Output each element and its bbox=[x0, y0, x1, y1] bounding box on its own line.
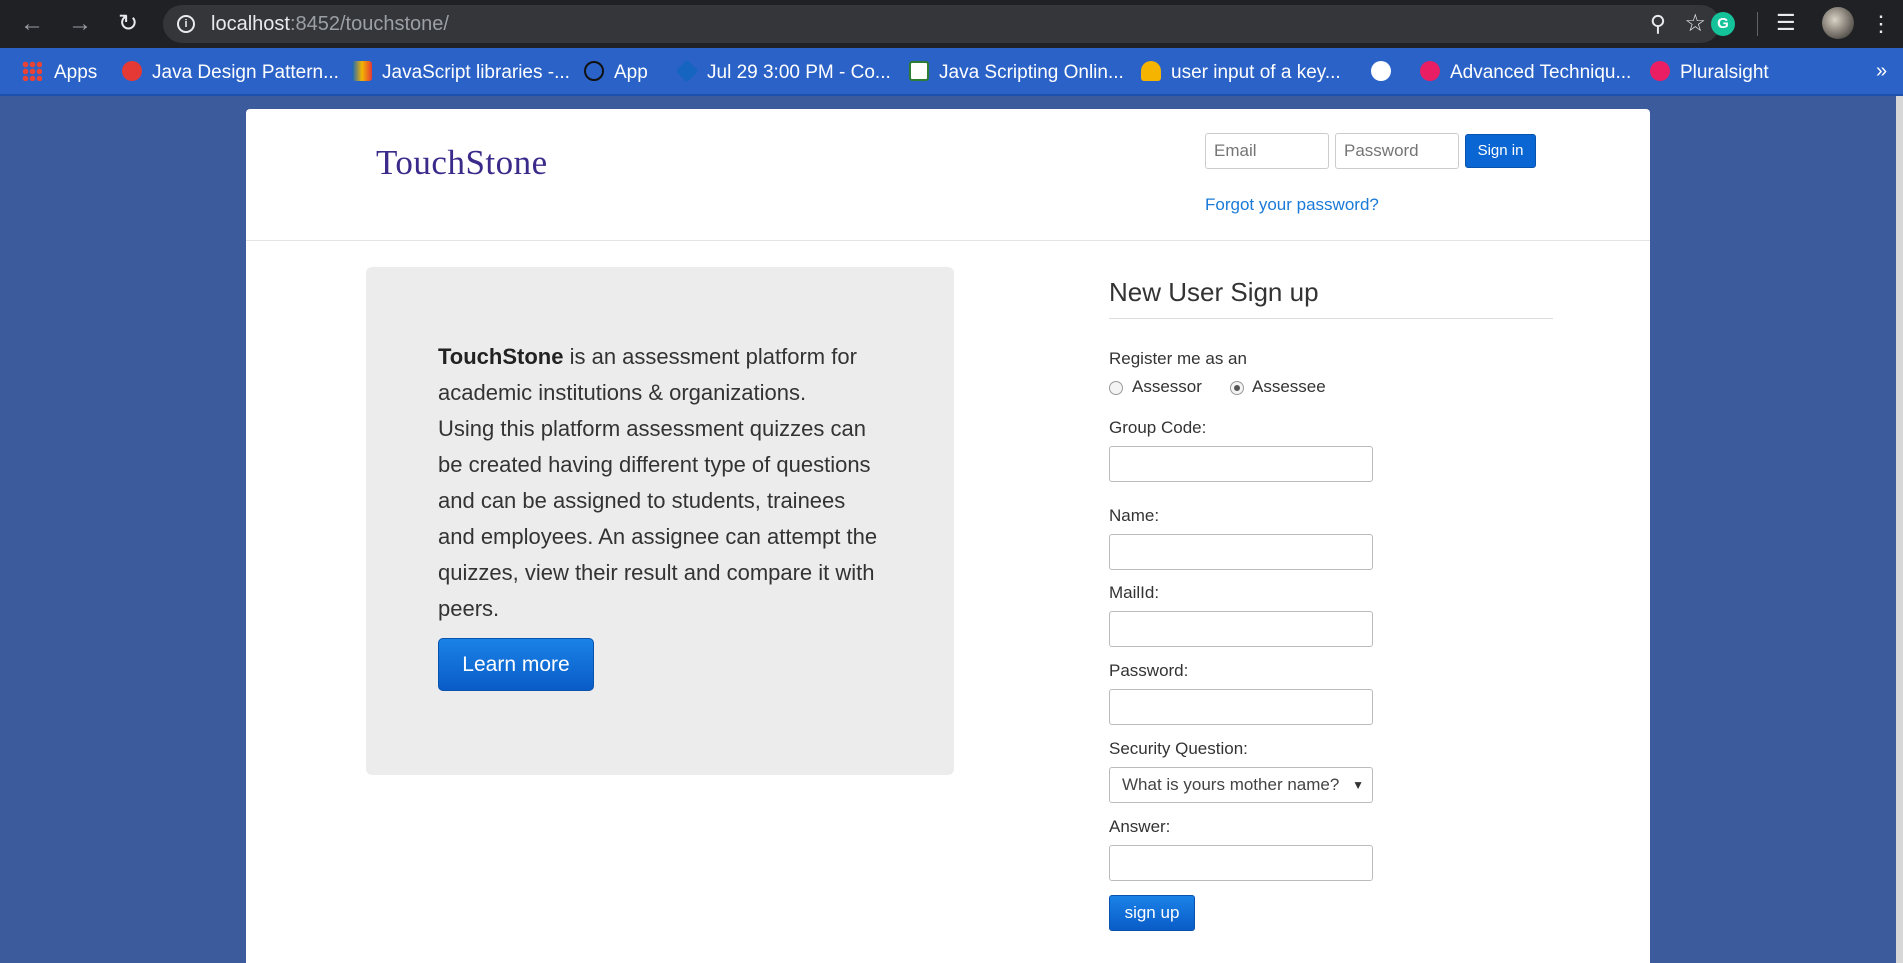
site-info-icon[interactable]: i bbox=[177, 15, 195, 33]
profile-avatar[interactable] bbox=[1822, 7, 1854, 39]
password-input[interactable] bbox=[1109, 689, 1373, 725]
signup-form: New User Sign up Register me as an Asses… bbox=[1109, 277, 1553, 931]
about-text: TouchStone is an assessment platform for… bbox=[438, 339, 886, 627]
sign-up-button[interactable]: sign up bbox=[1109, 895, 1195, 931]
bookmark-label: Advanced Techniqu... bbox=[1450, 62, 1632, 83]
about-panel: TouchStone is an assessment platform for… bbox=[366, 267, 954, 775]
bookmark-label: Pluralsight bbox=[1680, 62, 1769, 83]
site-logo[interactable]: TouchStone bbox=[376, 143, 548, 183]
answer-input[interactable] bbox=[1109, 845, 1373, 881]
group-code-input[interactable] bbox=[1109, 446, 1373, 482]
address-bar[interactable]: i localhost:8452/touchstone/ ⚲ ☆ bbox=[163, 5, 1720, 43]
app-egg-icon bbox=[584, 61, 604, 81]
register-role-label: Register me as an bbox=[1109, 349, 1247, 368]
about-description: Using this platform assessment quizzes c… bbox=[438, 416, 878, 621]
page-container: TouchStone Sign in Forgot your password?… bbox=[246, 109, 1650, 963]
name-label: Name: bbox=[1109, 506, 1160, 525]
password-label: Password: bbox=[1109, 661, 1189, 680]
pluralsight-icon bbox=[1420, 61, 1440, 81]
bookmark-pluralsight[interactable]: Pluralsight bbox=[1650, 61, 1769, 83]
security-question-label: Security Question: bbox=[1109, 739, 1248, 758]
chevron-down-icon: ▼ bbox=[1352, 778, 1364, 792]
zoom-icon[interactable]: ⚲ bbox=[1650, 11, 1666, 37]
signup-title: New User Sign up bbox=[1109, 277, 1553, 319]
sign-in-button[interactable]: Sign in bbox=[1465, 134, 1536, 168]
assessee-radio[interactable] bbox=[1230, 381, 1244, 395]
bookmark-calendar-event[interactable]: Jul 29 3:00 PM - Co... bbox=[675, 59, 891, 83]
assessor-radio[interactable] bbox=[1109, 381, 1123, 395]
bookmarks-bar: Apps Java Design Pattern... JavaScript l… bbox=[0, 48, 1903, 96]
url-text[interactable]: localhost:8452/touchstone/ bbox=[211, 13, 449, 36]
bookmark-java-design[interactable]: Java Design Pattern... bbox=[122, 61, 339, 83]
answer-label: Answer: bbox=[1109, 817, 1171, 836]
assessee-label[interactable]: Assessee bbox=[1252, 377, 1326, 397]
mail-input[interactable] bbox=[1109, 611, 1373, 647]
bookmark-label: user input of a key... bbox=[1171, 62, 1341, 83]
java-logo-icon bbox=[122, 61, 142, 81]
kebab-menu-icon[interactable]: ⋮ bbox=[1870, 8, 1892, 40]
name-input[interactable] bbox=[1109, 534, 1373, 570]
back-arrow-icon[interactable]: ← bbox=[18, 10, 46, 38]
bookmark-javascript-libraries[interactable]: JavaScript libraries -... bbox=[352, 61, 570, 83]
about-brand: TouchStone bbox=[438, 344, 564, 369]
apps-grid-icon bbox=[22, 61, 42, 81]
more-bookmarks-icon[interactable]: » bbox=[1876, 60, 1887, 83]
security-question-select[interactable]: What is yours mother name? ▼ bbox=[1109, 767, 1373, 803]
bookmark-apps[interactable]: Apps bbox=[22, 61, 97, 83]
mail-label: MailId: bbox=[1109, 583, 1160, 602]
browser-toolbar: ← → ↻ i localhost:8452/touchstone/ ⚲ ☆ G… bbox=[0, 0, 1903, 48]
bookmark-user-input[interactable]: user input of a key... bbox=[1141, 61, 1341, 83]
assessor-label[interactable]: Assessor bbox=[1132, 377, 1202, 397]
login-password-input[interactable] bbox=[1335, 133, 1459, 169]
event-icon bbox=[675, 59, 699, 83]
bookmark-label: Jul 29 3:00 PM - Co... bbox=[707, 62, 891, 83]
login-email-input[interactable] bbox=[1205, 133, 1329, 169]
globe-icon bbox=[1371, 61, 1391, 81]
grammarly-extension-icon[interactable]: G bbox=[1711, 12, 1735, 36]
bookmark-star-icon[interactable]: ☆ bbox=[1684, 9, 1706, 38]
forgot-password-link[interactable]: Forgot your password? bbox=[1205, 195, 1379, 215]
media-control-icon[interactable]: ☰ bbox=[1776, 10, 1796, 36]
bookmark-label: App bbox=[614, 62, 648, 83]
site-header: TouchStone Sign in Forgot your password? bbox=[246, 109, 1650, 241]
bookmark-label: JavaScript libraries -... bbox=[382, 62, 570, 83]
scripting-site-icon bbox=[909, 61, 929, 81]
reload-icon[interactable]: ↻ bbox=[114, 10, 142, 38]
url-host: localhost bbox=[211, 13, 290, 35]
bookmark-advanced-techniques[interactable]: Advanced Techniqu... bbox=[1420, 61, 1631, 83]
page-scrollbar[interactable] bbox=[1896, 96, 1903, 963]
learn-more-button[interactable]: Learn more bbox=[438, 638, 594, 691]
forward-arrow-icon[interactable]: → bbox=[66, 10, 94, 38]
bookmark-globe[interactable] bbox=[1371, 61, 1401, 83]
security-question-value: What is yours mother name? bbox=[1122, 775, 1340, 794]
bookmark-label: Apps bbox=[54, 62, 98, 83]
pluralsight-icon bbox=[1650, 61, 1670, 81]
toolbar-divider bbox=[1757, 12, 1758, 36]
bookmark-label: Java Scripting Onlin... bbox=[939, 62, 1124, 83]
group-code-label: Group Code: bbox=[1109, 418, 1207, 437]
bookmark-label: Java Design Pattern... bbox=[152, 62, 339, 83]
bookmark-java-scripting[interactable]: Java Scripting Onlin... bbox=[909, 61, 1124, 83]
url-path: :8452/touchstone/ bbox=[289, 13, 449, 35]
forum-site-icon bbox=[1141, 61, 1161, 81]
js-libraries-icon bbox=[352, 61, 372, 81]
bookmark-app[interactable]: App bbox=[584, 61, 648, 83]
